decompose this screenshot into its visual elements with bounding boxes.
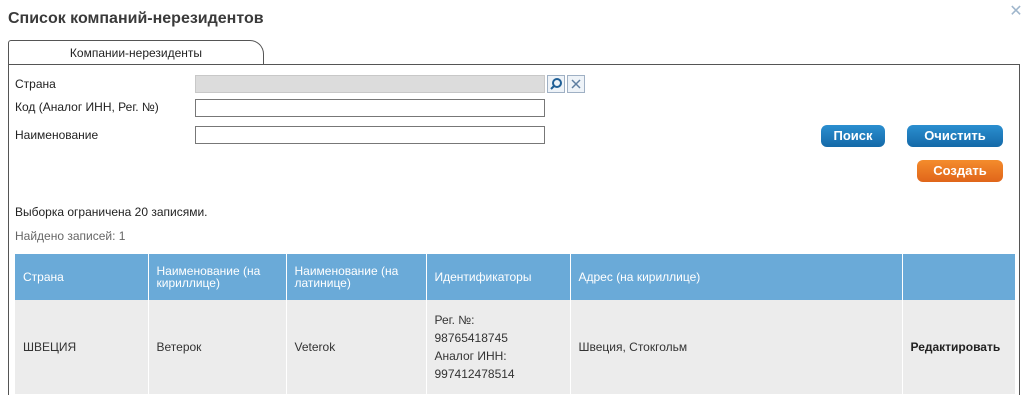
name-label: Наименование	[15, 128, 99, 142]
column-header-actions	[902, 254, 1015, 300]
column-header-name-latin[interactable]: Наименование (на латинице)	[286, 254, 427, 300]
edit-link[interactable]: Редактировать	[911, 340, 1001, 354]
create-button[interactable]: Создать	[917, 160, 1003, 182]
cell-name-latin: Veterok	[286, 300, 427, 394]
tab-bar: Компании-нерезиденты	[8, 40, 1020, 66]
tab-nonresident-companies[interactable]: Компании-нерезиденты	[8, 40, 264, 65]
reg-number-label: Рег. №:	[434, 313, 475, 327]
tab-panel: Страна Код (Аналог ИНН, Рег. №) Наименов…	[8, 64, 1020, 395]
cell-actions: Редактировать	[902, 300, 1015, 394]
column-header-country[interactable]: Страна	[15, 254, 149, 300]
country-field[interactable]	[195, 75, 545, 93]
code-label: Код (Аналог ИНН, Рег. №)	[15, 100, 159, 114]
table-row[interactable]: ШВЕЦИЯ Ветерок Veterok Рег. №: 987654187…	[15, 300, 1015, 394]
close-icon[interactable]: ✕	[1008, 4, 1024, 20]
clear-icon[interactable]	[567, 75, 585, 93]
reg-number-value: 98765418745	[434, 331, 508, 345]
search-button[interactable]: Поиск	[821, 125, 885, 147]
table-header-row: Страна Наименование (на кириллице) Наиме…	[15, 254, 1015, 300]
page-title: Список компаний-нерезидентов	[8, 10, 264, 27]
found-count: Найдено записей: 1	[15, 229, 126, 243]
cell-country: ШВЕЦИЯ	[15, 300, 149, 394]
cell-identifiers: Рег. №: 98765418745 Аналог ИНН: 99741247…	[426, 300, 571, 394]
cell-address: Швеция, Стокгольм	[570, 300, 903, 394]
cell-name-cyrillic: Ветерок	[148, 300, 287, 394]
inn-analog-label: Аналог ИНН:	[434, 349, 507, 363]
country-label: Страна	[15, 77, 56, 91]
limit-note: Выборка ограничена 20 записями.	[15, 205, 208, 219]
search-icon[interactable]	[547, 75, 565, 93]
name-field[interactable]	[195, 126, 545, 144]
results-table: Страна Наименование (на кириллице) Наиме…	[15, 254, 1015, 394]
column-header-name-cyrillic[interactable]: Наименование (на кириллице)	[148, 254, 287, 300]
clear-button[interactable]: Очистить	[907, 125, 1003, 147]
column-header-identifiers[interactable]: Идентификаторы	[426, 254, 571, 300]
code-field[interactable]	[195, 99, 545, 117]
inn-analog-value: 997412478514	[434, 367, 515, 381]
column-header-address[interactable]: Адрес (на кириллице)	[570, 254, 903, 300]
